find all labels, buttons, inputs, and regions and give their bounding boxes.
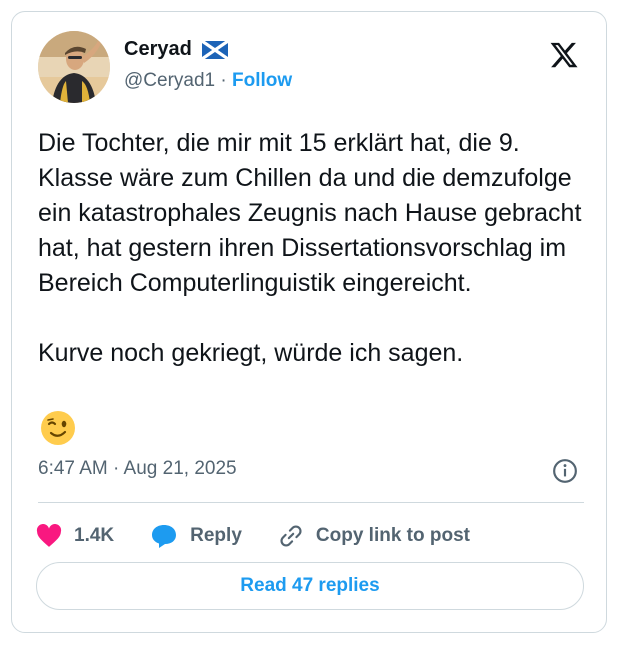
read-replies-label: Read 47 replies <box>240 575 380 596</box>
copy-link-label: Copy link to post <box>315 525 470 546</box>
heart-icon <box>36 524 62 547</box>
x-logo-icon[interactable] <box>548 40 580 70</box>
tweet-timestamp[interactable]: 6:47 AM · Aug 21, 2025 <box>38 458 237 480</box>
author-display-name[interactable]: Ceryad <box>124 38 192 61</box>
avatar[interactable] <box>38 31 110 103</box>
tweet-card: Ceryad @Ceryad1 · Follow Die Tochter, di… <box>11 11 607 633</box>
link-icon <box>280 525 302 547</box>
author-handle-row: @Ceryad1 · Follow <box>124 70 292 92</box>
reply-label: Reply <box>190 525 242 546</box>
handle-separator: · <box>220 70 227 91</box>
copy-link-button[interactable]: Copy link to post <box>278 523 470 549</box>
like-count: 1.4K <box>74 525 115 546</box>
follow-button[interactable]: Follow <box>232 70 292 91</box>
info-icon[interactable] <box>552 458 578 484</box>
action-bar: 1.4K Reply Copy link to post <box>36 518 506 554</box>
tweet-text: Die Tochter, die mir mit 15 erklärt hat,… <box>38 129 582 367</box>
winking-face-icon <box>41 411 75 445</box>
read-replies-button[interactable]: Read 47 replies <box>36 562 584 610</box>
divider <box>38 502 584 503</box>
scotland-flag-icon <box>201 40 228 59</box>
author-name-row: Ceryad <box>124 38 228 61</box>
reply-button[interactable]: Reply <box>150 523 242 549</box>
like-button[interactable]: 1.4K <box>36 524 114 548</box>
reply-bubble-icon <box>152 525 177 548</box>
author-handle[interactable]: @Ceryad1 <box>124 70 215 91</box>
